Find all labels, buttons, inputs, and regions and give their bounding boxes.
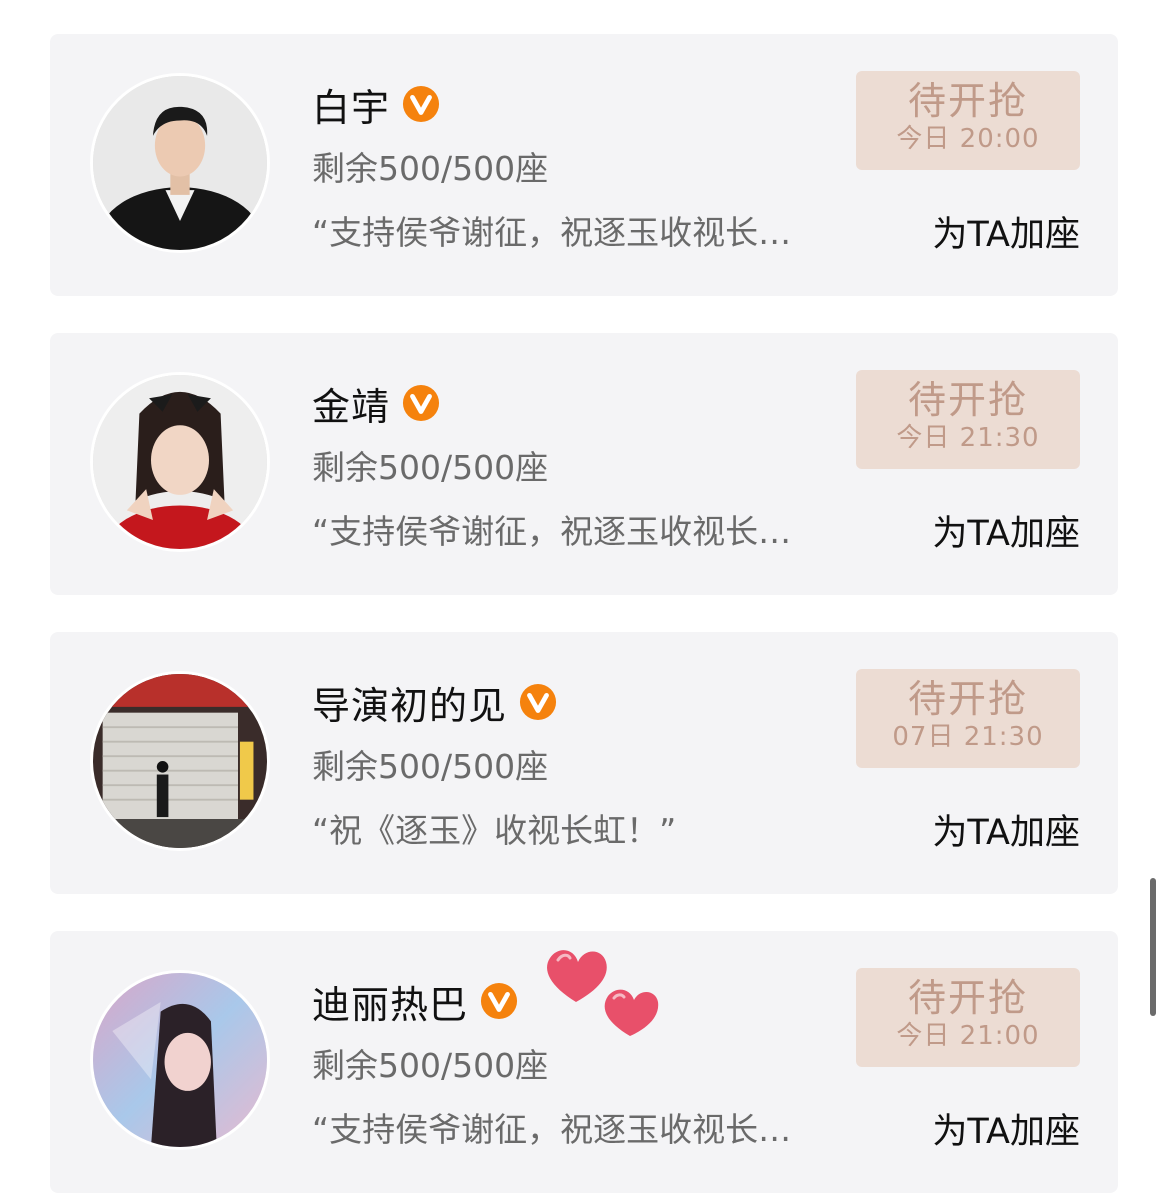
- avatar[interactable]: [90, 372, 270, 552]
- grab-title: 待开抢: [907, 79, 1028, 123]
- avatar-image: [93, 76, 267, 250]
- verified-icon: [480, 982, 518, 1020]
- support-quote: “支持侯爷谢征，祝逐玉收视长…: [312, 1110, 792, 1149]
- grab-button[interactable]: 待开抢 今日 21:00: [856, 968, 1080, 1067]
- verified-icon: [402, 384, 440, 422]
- grab-button[interactable]: 待开抢 今日 20:00: [856, 71, 1080, 170]
- add-seat-button[interactable]: 为TA加座: [932, 804, 1080, 855]
- user-name[interactable]: 导演初的见: [312, 675, 507, 730]
- scrollbar[interactable]: [1150, 878, 1156, 1016]
- user-name[interactable]: 金靖: [312, 376, 390, 431]
- seats-remaining: 剩余500/500座: [312, 747, 549, 786]
- avatar-image: [93, 973, 267, 1147]
- add-seat-button[interactable]: 为TA加座: [932, 505, 1080, 556]
- avatar[interactable]: [90, 970, 270, 1150]
- seats-remaining: 剩余500/500座: [312, 1046, 549, 1085]
- celebrity-card[interactable]: 导演初的见 剩余500/500座 “祝《逐玉》收视长虹！” 待开抢 07日 21…: [50, 632, 1118, 894]
- add-seat-button[interactable]: 为TA加座: [932, 1103, 1080, 1154]
- add-seat-button[interactable]: 为TA加座: [932, 206, 1080, 257]
- support-quote: “支持侯爷谢征，祝逐玉收视长…: [312, 213, 792, 252]
- grab-time: 今日 21:30: [896, 423, 1040, 453]
- verified-icon: [402, 85, 440, 123]
- avatar[interactable]: [90, 73, 270, 253]
- seats-remaining: 剩余500/500座: [312, 448, 549, 487]
- celebrity-card[interactable]: 白宇 剩余500/500座 “支持侯爷谢征，祝逐玉收视长… 待开抢 今日 20:…: [50, 34, 1118, 296]
- hearts-icon: [547, 950, 659, 1036]
- grab-title: 待开抢: [907, 677, 1028, 721]
- seats-remaining: 剩余500/500座: [312, 149, 549, 188]
- grab-button[interactable]: 待开抢 今日 21:30: [856, 370, 1080, 469]
- support-quote: “支持侯爷谢征，祝逐玉收视长…: [312, 512, 792, 551]
- avatar-image: [93, 674, 267, 848]
- support-quote: “祝《逐玉》收视长虹！”: [312, 811, 677, 850]
- avatar-image: [93, 375, 267, 549]
- grab-button[interactable]: 待开抢 07日 21:30: [856, 669, 1080, 768]
- celebrity-card[interactable]: 金靖 剩余500/500座 “支持侯爷谢征，祝逐玉收视长… 待开抢 今日 21:…: [50, 333, 1118, 595]
- grab-time: 今日 21:00: [896, 1021, 1040, 1051]
- grab-time: 07日 21:30: [892, 722, 1044, 752]
- user-name[interactable]: 白宇: [312, 77, 390, 132]
- grab-time: 今日 20:00: [896, 124, 1040, 154]
- grab-title: 待开抢: [907, 976, 1028, 1020]
- avatar[interactable]: [90, 671, 270, 851]
- grab-title: 待开抢: [907, 378, 1028, 422]
- verified-icon: [519, 683, 557, 721]
- user-name[interactable]: 迪丽热巴: [312, 974, 468, 1029]
